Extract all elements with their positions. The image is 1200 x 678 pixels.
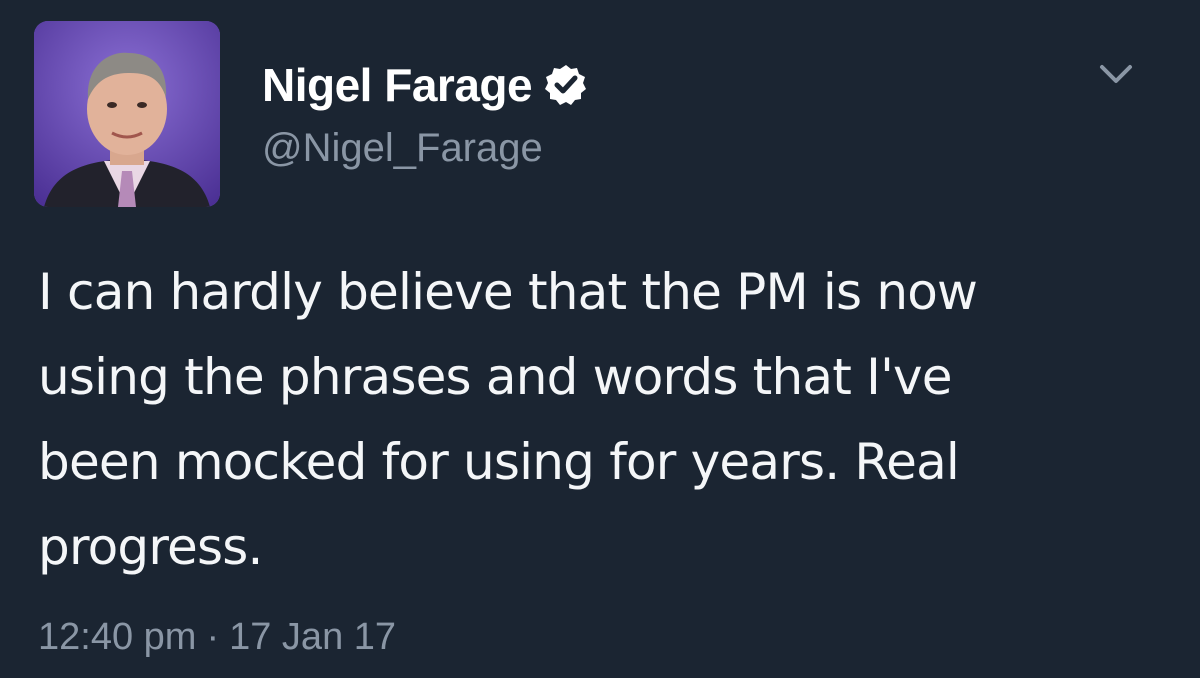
tweet-date: 17 Jan 17: [229, 616, 397, 658]
meta-separator: ·: [206, 616, 220, 658]
tweet-text: I can hardly believe that the PM is now …: [38, 263, 978, 576]
user-handle[interactable]: @Nigel_Farage: [262, 128, 588, 168]
chevron-down-icon: [1100, 65, 1132, 83]
tweet-header: Nigel Farage @Nigel_Farage: [262, 52, 588, 168]
tweet-card: Nigel Farage @Nigel_Farage I can hardly …: [0, 0, 1200, 678]
avatar[interactable]: [34, 21, 220, 207]
profile-photo-icon: [34, 21, 220, 207]
name-row: Nigel Farage: [262, 52, 588, 118]
tweet-timestamp[interactable]: 12:40 pm · 17 Jan 17: [38, 618, 396, 656]
display-name[interactable]: Nigel Farage: [262, 62, 533, 108]
tweet-menu-button[interactable]: [1092, 58, 1140, 90]
tweet-time: 12:40 pm: [38, 616, 197, 658]
verified-badge-icon: [545, 65, 587, 105]
